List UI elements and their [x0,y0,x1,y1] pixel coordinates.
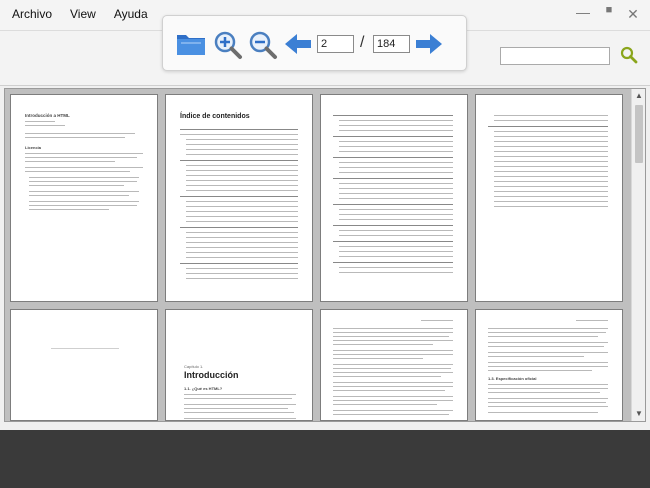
page-6-chapter-title: Introducción [184,370,239,380]
page-6-section: 1.1. ¿Qué es HTML? [184,386,223,391]
search-input[interactable] [500,47,610,65]
page-thumbnail-6[interactable]: Capítulo 1. Introducción 1.1. ¿Qué es HT… [165,309,313,421]
arrow-right-icon[interactable] [414,32,444,61]
navigation-toolbar: / [162,15,467,71]
page-8-section: 1.3. Especificación oficial [488,376,537,381]
vertical-scrollbar[interactable]: ▲ ▼ [631,89,645,421]
page-2-title: Índice de contenidos [180,113,250,120]
scrollbar-thumb[interactable] [635,105,643,163]
menu-bar: Archivo View Ayuda [12,7,166,21]
total-pages-field [373,35,410,53]
page-1-section: Licencia [25,145,42,150]
search-icon[interactable] [620,46,638,69]
page-1-title: Introducción a HTML [25,113,70,118]
close-button[interactable]: ✕ [624,6,642,23]
minimize-button[interactable]: — [574,4,592,20]
page-6-chapter-label: Capítulo 1. [184,364,204,369]
maximize-button[interactable]: ■ [600,4,618,16]
page-separator: / [360,34,365,51]
page-thumbnail-1[interactable]: Introducción a HTML Licencia [10,94,158,302]
menu-ayuda[interactable]: Ayuda [114,7,148,21]
page-thumbnail-4[interactable] [475,94,623,302]
document-viewer[interactable]: Introducción a HTML Licencia Índice de c… [4,88,646,422]
menu-view[interactable]: View [70,7,96,21]
arrow-left-icon[interactable] [283,32,313,61]
page-thumbnail-3[interactable] [320,94,468,302]
folder-icon[interactable] [175,29,207,62]
page-thumbnail-8[interactable]: 1.3. Especificación oficial [475,309,623,421]
page-thumbnail-5[interactable] [10,309,158,421]
desktop-background [0,430,650,488]
scroll-up-arrow-icon[interactable]: ▲ [632,89,645,103]
app-window: Archivo View Ayuda — ■ ✕ 2 / 184 Introdu… [0,0,650,430]
page-thumbnail-2[interactable]: Índice de contenidos [165,94,313,302]
scroll-down-arrow-icon[interactable]: ▼ [632,407,645,421]
zoom-out-icon[interactable] [248,30,278,65]
zoom-in-icon[interactable] [213,30,243,65]
menu-archivo[interactable]: Archivo [12,7,52,21]
page-thumbnail-7[interactable] [320,309,468,421]
current-page-input[interactable] [317,35,354,53]
